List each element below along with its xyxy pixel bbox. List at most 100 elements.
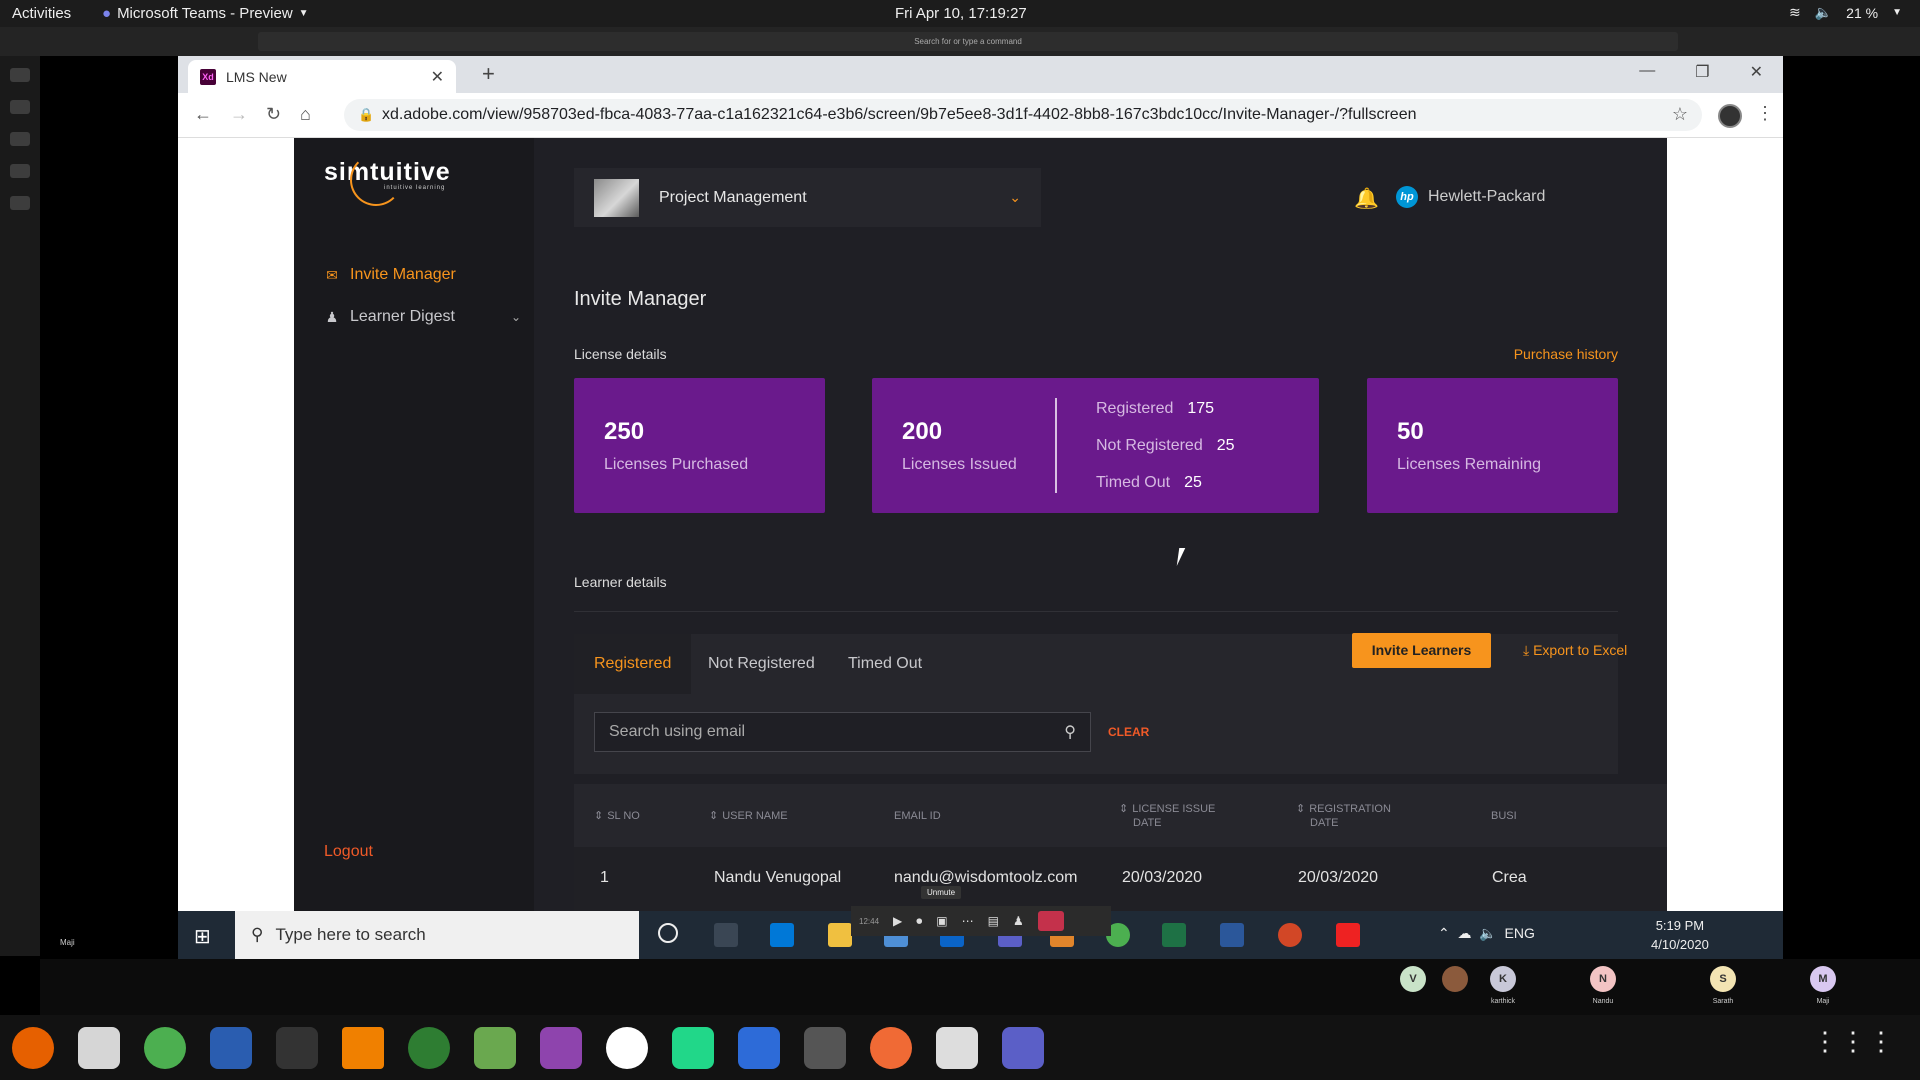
teams-icon[interactable] (1002, 1027, 1044, 1069)
activity-icon[interactable] (10, 68, 30, 82)
android-studio-icon[interactable] (408, 1027, 450, 1069)
camera-icon[interactable]: ▶ (893, 914, 902, 928)
tab-not-registered[interactable]: Not Registered (688, 634, 835, 694)
word-icon[interactable] (1220, 923, 1244, 947)
export-to-excel-link[interactable]: ⤓ Export to Excel (1523, 642, 1627, 659)
lock-icon[interactable]: 🔒 (358, 107, 374, 123)
more-icon[interactable]: ⋯ (962, 914, 974, 928)
tab-timed-out[interactable]: Timed Out (828, 634, 942, 694)
logout-link[interactable]: Logout (324, 843, 373, 861)
chat-icon[interactable] (10, 100, 30, 114)
app-icon[interactable] (474, 1027, 516, 1069)
company-menu[interactable]: hp Hewlett-Packard (1396, 186, 1545, 208)
teams-icon[interactable] (10, 132, 30, 146)
participant[interactable]: N Nandu (1590, 966, 1616, 1005)
search-email-input[interactable]: Search using email ⚲ (594, 712, 1091, 752)
participant[interactable]: M Maji (1810, 966, 1836, 1005)
browser-window: Xd LMS New ✕ + — ❐ ✕ ← → ↻ ⌂ 🔒 xd.adobe.… (178, 56, 1783, 911)
bookmark-star-icon[interactable]: ☆ (1672, 104, 1688, 125)
battery-percent: 21 % (1846, 4, 1879, 21)
browser-tab[interactable]: Xd LMS New ✕ (188, 60, 456, 93)
learner-details-heading: Learner details (574, 574, 667, 590)
hp-logo-icon: hp (1396, 186, 1418, 208)
invite-learners-button[interactable]: Invite Learners (1352, 633, 1491, 668)
header-email: EMAIL ID (894, 810, 941, 822)
share-icon[interactable]: ▣ (936, 914, 947, 928)
chevron-down-icon: ▼ (298, 8, 309, 19)
participant-avatar[interactable] (1442, 966, 1468, 998)
profile-avatar[interactable] (1718, 104, 1742, 128)
calls-icon[interactable] (10, 164, 30, 178)
files-icon[interactable] (78, 1027, 120, 1069)
header-sl-no[interactable]: ⇕ SL NO (594, 809, 640, 823)
clear-button[interactable]: CLEAR (1108, 725, 1149, 739)
reload-icon[interactable]: ↻ (266, 104, 281, 125)
video-editor-icon[interactable] (804, 1027, 846, 1069)
hang-up-button[interactable] (1037, 911, 1064, 931)
windows-start-icon[interactable]: ⊞ (194, 924, 211, 949)
participant[interactable]: S Sarath (1710, 966, 1736, 1005)
text-editor-icon[interactable] (210, 1027, 252, 1069)
participants-icon[interactable]: ♟ (1013, 914, 1024, 928)
close-tab-icon[interactable]: ✕ (431, 67, 444, 87)
vlc-icon[interactable] (342, 1027, 384, 1069)
pycharm-icon[interactable] (672, 1027, 714, 1069)
cortana-icon[interactable] (658, 923, 678, 943)
purchase-history-link[interactable]: Purchase history (1417, 346, 1618, 362)
task-view-icon[interactable] (714, 923, 738, 947)
chrome-icon[interactable] (144, 1027, 186, 1069)
acrobat-icon[interactable] (1336, 923, 1360, 947)
close-window-icon[interactable]: ✕ (1750, 62, 1763, 82)
mic-icon[interactable]: ⏺ (916, 914, 922, 929)
header-user-name[interactable]: ⇕ USER NAME (709, 809, 788, 823)
chat-icon[interactable]: ▤ (988, 914, 999, 928)
activities-button[interactable]: Activities (12, 5, 71, 22)
notification-bell-icon[interactable]: 🔔 (1354, 186, 1379, 211)
terminal-icon[interactable] (276, 1027, 318, 1069)
edge-icon[interactable] (770, 923, 794, 947)
participant[interactable]: Kkarthick (1490, 966, 1516, 1005)
forward-icon[interactable]: → (230, 104, 248, 125)
files-icon[interactable] (10, 196, 30, 210)
powerpoint-icon[interactable] (1278, 923, 1302, 947)
new-tab-button[interactable]: + (482, 61, 495, 87)
restore-icon[interactable]: ❐ (1695, 62, 1709, 82)
timed-out-count: Timed Out 25 (1096, 474, 1202, 491)
windows-clock[interactable]: 5:19 PM 4/10/2020 (1651, 916, 1709, 954)
postman-icon[interactable] (870, 1027, 912, 1069)
active-app-menu[interactable]: ● Microsoft Teams - Preview ▼ (102, 5, 309, 22)
tab-registered[interactable]: Registered (574, 634, 692, 694)
excel-icon[interactable] (1162, 923, 1186, 947)
minimize-icon[interactable]: — (1639, 62, 1655, 82)
phpstorm-icon[interactable] (540, 1027, 582, 1069)
command-search[interactable]: Search for or type a command (258, 32, 1678, 51)
firefox-icon[interactable] (12, 1027, 54, 1069)
clock[interactable]: Fri Apr 10, 17:19:27 (895, 5, 1027, 22)
users-icon: ♟ (325, 308, 339, 325)
windows-search-box[interactable]: ⚲ Type here to search (235, 911, 639, 959)
search-icon[interactable]: ⚲ (1064, 722, 1076, 742)
sidebar-item-invite-manager[interactable]: ✉ Invite Manager (324, 266, 456, 284)
mongodb-icon[interactable] (606, 1027, 648, 1069)
sidebar-item-learner-digest[interactable]: ♟ Learner Digest ⌄ (324, 308, 521, 326)
cell-license-issue-date: 20/03/2020 (1122, 869, 1203, 886)
project-selector[interactable]: Project Management ⌄ (574, 168, 1041, 227)
back-icon[interactable]: ← (194, 104, 212, 125)
sort-icon: ⇕ (1119, 803, 1129, 815)
system-tray[interactable]: ≋ 🔈 21 % ▼ (1789, 4, 1902, 21)
windows-tray[interactable]: ⌃ ☁ 🔈 ENG (1438, 925, 1535, 942)
mouse-cursor (1176, 548, 1192, 566)
file-explorer-icon[interactable] (828, 923, 852, 947)
header-registration-date[interactable]: ⇕ REGISTRATION DATE (1296, 802, 1391, 830)
participant[interactable]: V (1400, 966, 1426, 998)
header-license-issue-date[interactable]: ⇕ LICENSE ISSUE DATE (1119, 802, 1215, 830)
table-row[interactable]: 1 Nandu Venugopal nandu@wisdomtoolz.com … (574, 847, 1667, 911)
notes-icon[interactable] (936, 1027, 978, 1069)
licenses-remaining-card: 50 Licenses Remaining (1367, 378, 1618, 513)
home-icon[interactable]: ⌂ (300, 104, 311, 125)
address-bar[interactable]: 🔒 xd.adobe.com/view/958703ed-fbca-4083-7… (344, 99, 1702, 131)
intellij-icon[interactable] (738, 1027, 780, 1069)
sort-icon: ⇕ (594, 810, 604, 822)
menu-icon[interactable]: ⋮ (1756, 103, 1774, 124)
show-applications-icon[interactable]: ⋮⋮⋮ (1812, 1028, 1896, 1054)
